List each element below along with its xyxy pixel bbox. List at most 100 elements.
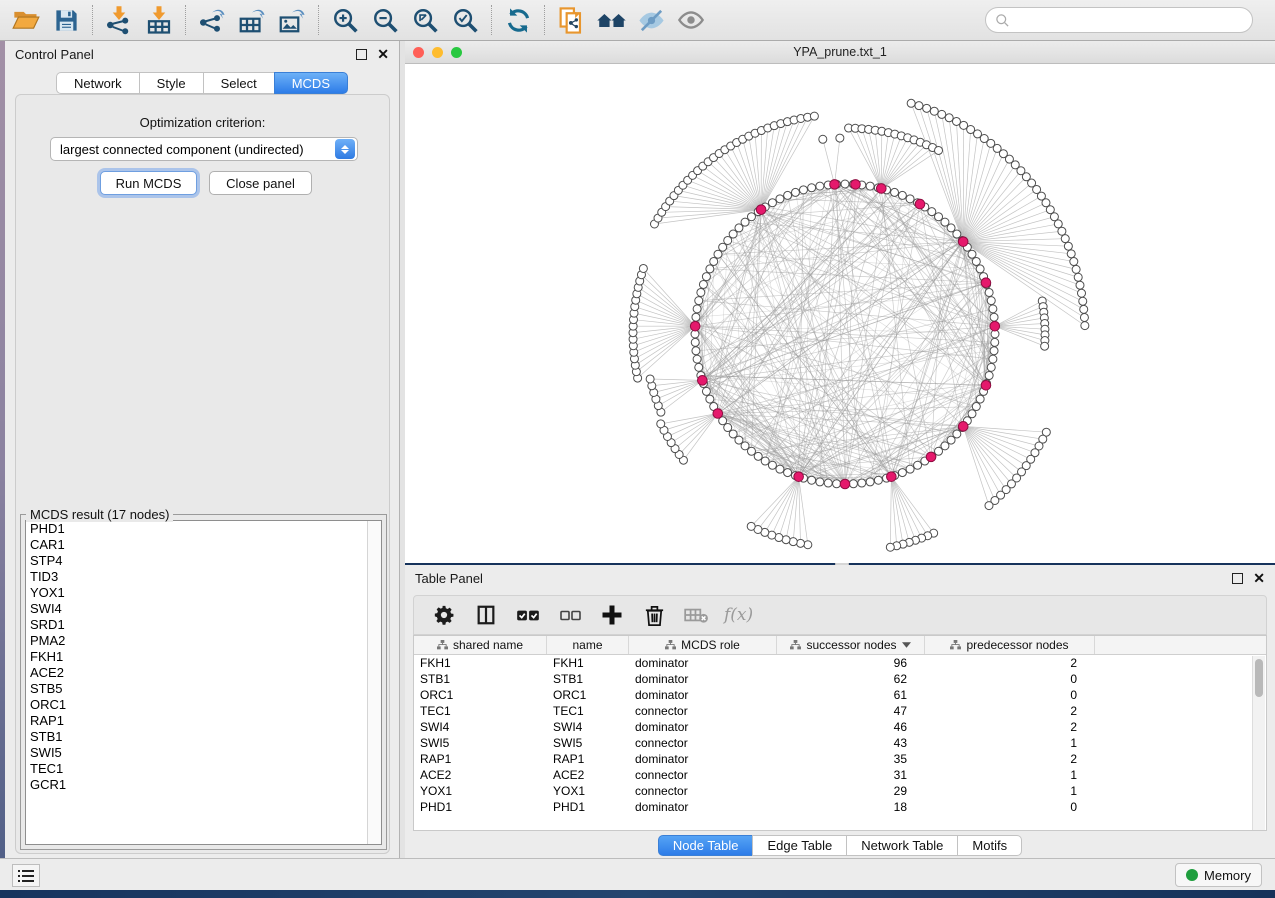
export-table-icon[interactable] bbox=[232, 3, 272, 37]
tab-network[interactable]: Network bbox=[56, 72, 139, 94]
float-panel-icon[interactable] bbox=[356, 49, 367, 60]
tab-edge-table[interactable]: Edge Table bbox=[752, 835, 846, 856]
table-cell[interactable]: PHD1 bbox=[547, 799, 629, 815]
zoom-fit-icon[interactable] bbox=[405, 3, 445, 37]
export-image-icon[interactable] bbox=[272, 3, 312, 37]
table-cell[interactable]: 35 bbox=[777, 751, 925, 767]
clone-network-icon[interactable] bbox=[551, 3, 591, 37]
table-options-gear-icon[interactable] bbox=[430, 601, 458, 629]
memory-button[interactable]: Memory bbox=[1175, 863, 1262, 887]
save-session-icon[interactable] bbox=[46, 3, 86, 37]
network-canvas[interactable] bbox=[405, 64, 1275, 563]
mcds-result-item[interactable]: ACE2 bbox=[26, 665, 381, 681]
tab-mcds[interactable]: MCDS bbox=[274, 72, 348, 94]
table-cell[interactable]: dominator bbox=[629, 655, 777, 671]
table-cell[interactable]: 1 bbox=[925, 783, 1095, 799]
table-row[interactable]: FKH1FKH1dominator962 bbox=[414, 655, 1266, 671]
select-all-columns-icon[interactable] bbox=[514, 601, 542, 629]
table-cell[interactable]: 96 bbox=[777, 655, 925, 671]
table-cell[interactable]: 0 bbox=[925, 799, 1095, 815]
table-cell[interactable]: YOX1 bbox=[547, 783, 629, 799]
mcds-result-item[interactable]: SWI5 bbox=[26, 745, 381, 761]
table-cell[interactable]: 1 bbox=[925, 767, 1095, 783]
column-header-successor-nodes[interactable]: successor nodes bbox=[777, 636, 925, 654]
table-cell[interactable]: TEC1 bbox=[547, 703, 629, 719]
table-cell[interactable]: dominator bbox=[629, 799, 777, 815]
export-network-icon[interactable] bbox=[192, 3, 232, 37]
mcds-result-item[interactable]: CAR1 bbox=[26, 537, 381, 553]
table-cell[interactable]: ORC1 bbox=[547, 687, 629, 703]
import-table-icon[interactable] bbox=[139, 3, 179, 37]
task-history-button[interactable] bbox=[12, 864, 40, 887]
table-row[interactable]: ACE2ACE2connector311 bbox=[414, 767, 1266, 783]
table-cell[interactable]: connector bbox=[629, 783, 777, 799]
table-cell[interactable]: 61 bbox=[777, 687, 925, 703]
table-row[interactable]: SWI5SWI5connector431 bbox=[414, 735, 1266, 751]
column-header-MCDS-role[interactable]: MCDS role bbox=[629, 636, 777, 654]
mcds-result-list[interactable]: PHD1CAR1STP4TID3YOX1SWI4SRD1PMA2FKH1ACE2… bbox=[25, 520, 382, 845]
table-row[interactable]: ORC1ORC1dominator610 bbox=[414, 687, 1266, 703]
mcds-result-item[interactable]: STB1 bbox=[26, 729, 381, 745]
column-header-name[interactable]: name bbox=[547, 636, 629, 654]
table-cell[interactable]: 2 bbox=[925, 655, 1095, 671]
table-cell[interactable]: 0 bbox=[925, 671, 1095, 687]
mcds-result-item[interactable]: TEC1 bbox=[26, 761, 381, 777]
criterion-select[interactable]: largest connected component (undirected) bbox=[50, 137, 358, 161]
table-scrollbar-thumb[interactable] bbox=[1255, 659, 1263, 697]
table-row[interactable]: YOX1YOX1connector291 bbox=[414, 783, 1266, 799]
mcds-list-scrollbar[interactable] bbox=[367, 521, 381, 844]
float-table-panel-icon[interactable] bbox=[1232, 573, 1243, 584]
column-header-predecessor-nodes[interactable]: predecessor nodes bbox=[925, 636, 1095, 654]
table-row[interactable]: TEC1TEC1connector472 bbox=[414, 703, 1266, 719]
tab-network-table[interactable]: Network Table bbox=[846, 835, 957, 856]
table-cell[interactable]: ORC1 bbox=[414, 687, 547, 703]
mcds-result-item[interactable]: PHD1 bbox=[26, 521, 381, 537]
network-window-titlebar[interactable]: YPA_prune.txt_1 bbox=[405, 41, 1275, 64]
close-panel-button[interactable]: Close panel bbox=[209, 171, 312, 195]
mcds-result-item[interactable]: TID3 bbox=[26, 569, 381, 585]
tab-select[interactable]: Select bbox=[203, 72, 274, 94]
show-all-icon[interactable] bbox=[671, 3, 711, 37]
table-cell[interactable]: 1 bbox=[925, 735, 1095, 751]
mcds-result-item[interactable]: YOX1 bbox=[26, 585, 381, 601]
table-cell[interactable]: SWI4 bbox=[414, 719, 547, 735]
close-table-panel-icon[interactable]: ✕ bbox=[1253, 573, 1265, 584]
table-cell[interactable]: STB1 bbox=[547, 671, 629, 687]
table-row[interactable]: SWI4SWI4dominator462 bbox=[414, 719, 1266, 735]
mcds-result-item[interactable]: ORC1 bbox=[26, 697, 381, 713]
table-cell[interactable]: ACE2 bbox=[547, 767, 629, 783]
close-panel-icon[interactable]: ✕ bbox=[377, 49, 389, 60]
hide-selected-icon[interactable] bbox=[631, 3, 671, 37]
column-header-shared-name[interactable]: shared name bbox=[414, 636, 547, 654]
table-cell[interactable]: SWI5 bbox=[547, 735, 629, 751]
import-network-icon[interactable] bbox=[99, 3, 139, 37]
table-cell[interactable]: RAP1 bbox=[547, 751, 629, 767]
unselect-all-columns-icon[interactable] bbox=[556, 601, 584, 629]
table-cell[interactable]: STB1 bbox=[414, 671, 547, 687]
table-cell[interactable]: connector bbox=[629, 767, 777, 783]
table-row[interactable]: PHD1PHD1dominator180 bbox=[414, 799, 1266, 815]
mcds-result-item[interactable]: FKH1 bbox=[26, 649, 381, 665]
zoom-out-icon[interactable] bbox=[365, 3, 405, 37]
tab-style[interactable]: Style bbox=[139, 72, 203, 94]
table-cell[interactable]: connector bbox=[629, 735, 777, 751]
table-cell[interactable]: 31 bbox=[777, 767, 925, 783]
open-file-icon[interactable] bbox=[6, 3, 46, 37]
table-cell[interactable]: dominator bbox=[629, 751, 777, 767]
table-cell[interactable]: 2 bbox=[925, 719, 1095, 735]
mcds-result-item[interactable]: PMA2 bbox=[26, 633, 381, 649]
table-scrollbar[interactable] bbox=[1252, 656, 1265, 830]
run-mcds-button[interactable]: Run MCDS bbox=[100, 171, 197, 195]
zoom-in-icon[interactable] bbox=[325, 3, 365, 37]
table-cell[interactable]: RAP1 bbox=[414, 751, 547, 767]
mcds-result-item[interactable]: RAP1 bbox=[26, 713, 381, 729]
table-cell[interactable]: 0 bbox=[925, 687, 1095, 703]
tab-motifs[interactable]: Motifs bbox=[957, 835, 1022, 856]
table-cell[interactable]: FKH1 bbox=[547, 655, 629, 671]
table-row[interactable]: RAP1RAP1dominator352 bbox=[414, 751, 1266, 767]
table-cell[interactable]: 46 bbox=[777, 719, 925, 735]
table-cell[interactable]: YOX1 bbox=[414, 783, 547, 799]
tab-node-table[interactable]: Node Table bbox=[658, 835, 753, 856]
table-cell[interactable]: TEC1 bbox=[414, 703, 547, 719]
zoom-selected-icon[interactable] bbox=[445, 3, 485, 37]
